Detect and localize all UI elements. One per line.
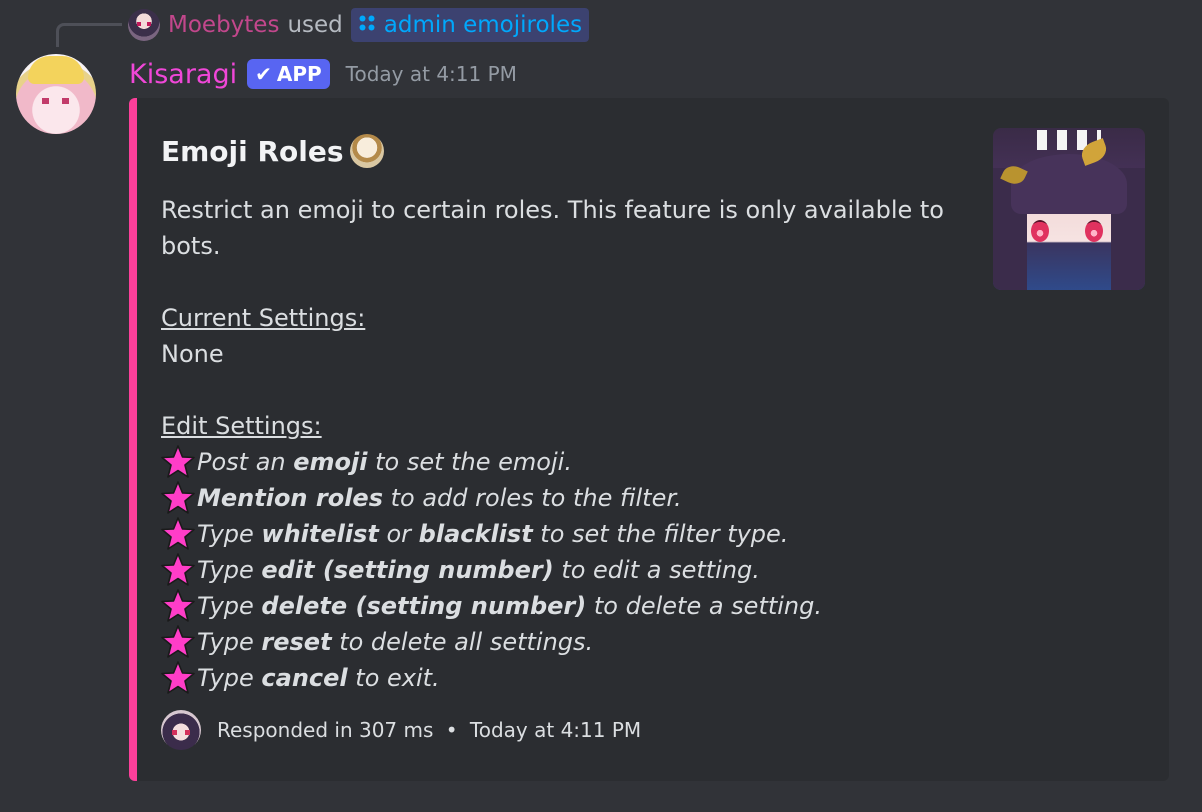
instruction-text: Type	[197, 664, 262, 692]
instruction-keyword: whitelist	[261, 520, 379, 548]
instruction-text: to delete all settings.	[331, 628, 594, 656]
instruction-text: to set the filter type.	[532, 520, 789, 548]
star-icon	[161, 625, 197, 659]
footer-text: Responded in 307 ms	[217, 718, 434, 742]
instruction-keyword: blacklist	[418, 520, 533, 548]
embed-thumbnail[interactable]	[993, 128, 1145, 290]
instruction-text: Type	[197, 628, 262, 656]
embed: Emoji Roles Restrict an emoji to certain…	[129, 98, 1169, 781]
instruction-item: Type whitelist or blacklist to set the f…	[161, 516, 951, 552]
instruction-text: to delete a setting.	[586, 592, 823, 620]
instruction-text: or	[378, 520, 419, 548]
current-settings-value: None	[161, 340, 224, 368]
instruction-text: Post an	[197, 448, 294, 476]
replied-user-avatar[interactable]	[128, 9, 160, 41]
instruction-item: Type cancel to exit.	[161, 660, 951, 696]
app-badge-label: APP	[276, 62, 322, 86]
instruction-text: Type	[197, 592, 262, 620]
verified-check-icon: ✔	[255, 62, 272, 86]
instruction-keyword: Mention roles	[197, 484, 383, 512]
instruction-keyword: reset	[261, 628, 332, 656]
footer-timestamp: Today at 4:11 PM	[469, 718, 642, 742]
star-icon	[161, 589, 197, 623]
reply-used-text: used	[287, 12, 343, 38]
star-icon	[161, 553, 197, 587]
message-header: Kisaragi ✔ APP Today at 4:11 PM	[129, 56, 517, 92]
embed-description: Restrict an emoji to certain roles. This…	[161, 192, 951, 696]
instruction-list: Post an emoji to set the emoji. Mention r…	[161, 444, 951, 696]
star-icon	[161, 481, 197, 515]
message-timestamp[interactable]: Today at 4:11 PM	[346, 62, 517, 86]
author-avatar[interactable]	[16, 54, 96, 134]
replied-username[interactable]: Moebytes	[168, 12, 279, 38]
star-icon	[161, 661, 197, 695]
embed-title: Emoji Roles	[161, 134, 384, 168]
edit-settings-label: Edit Settings:	[161, 412, 322, 440]
author-name[interactable]: Kisaragi	[129, 59, 237, 90]
embed-title-text: Emoji Roles	[161, 134, 344, 168]
instruction-text: to add roles to the filter.	[383, 484, 682, 512]
current-settings-label: Current Settings:	[161, 304, 366, 332]
instruction-keyword: delete (setting number)	[261, 592, 587, 620]
footer-icon	[161, 710, 201, 750]
embed-footer: Responded in 307 ms • Today at 4:11 PM	[161, 710, 641, 750]
description-line: Restrict an emoji to certain roles. This…	[161, 196, 944, 224]
instruction-text: Type	[197, 520, 262, 548]
star-icon	[161, 445, 197, 479]
instruction-item: Type edit (setting number) to edit a set…	[161, 552, 951, 588]
instruction-text: to exit.	[347, 664, 440, 692]
star-icon	[161, 517, 197, 551]
slash-command-chip[interactable]: admin emojiroles	[350, 8, 590, 42]
instruction-text: to set the emoji.	[367, 448, 572, 476]
instruction-item: Type reset to delete all settings.	[161, 624, 951, 660]
description-line: bots.	[161, 232, 221, 260]
reply-spine	[56, 23, 122, 47]
instruction-item: Post an emoji to set the emoji.	[161, 444, 951, 480]
instruction-keyword: cancel	[261, 664, 348, 692]
instruction-item: Type delete (setting number) to delete a…	[161, 588, 951, 624]
reply-context[interactable]: Moebytes used admin emojiroles	[128, 8, 590, 42]
command-icon	[358, 14, 376, 36]
instruction-keyword: edit (setting number)	[261, 556, 554, 584]
slash-command-name: admin emojiroles	[383, 12, 583, 38]
instruction-text: to edit a setting.	[553, 556, 760, 584]
instruction-keyword: emoji	[293, 448, 368, 476]
instruction-item: Mention roles to add roles to the filter…	[161, 480, 951, 516]
footer-separator: •	[445, 718, 458, 742]
instruction-text: Type	[197, 556, 262, 584]
app-badge: ✔ APP	[247, 59, 330, 89]
title-emoji-icon	[349, 134, 384, 168]
